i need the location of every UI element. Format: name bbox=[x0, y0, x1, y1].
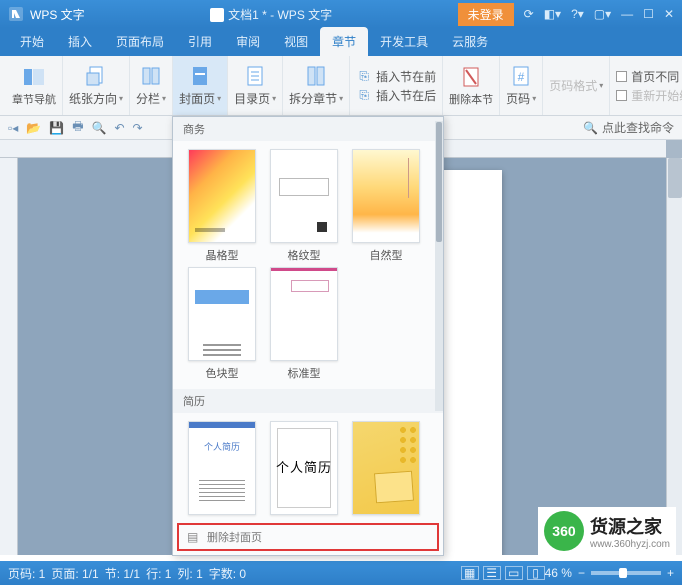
delete-cover-icon: ▤ bbox=[187, 530, 201, 544]
undo-icon[interactable]: ↶ bbox=[114, 121, 124, 135]
cover-template-cv2[interactable]: 个人简历 bbox=[270, 421, 338, 515]
dropdown-section-resume: 简历 bbox=[173, 389, 443, 413]
help-icon[interactable]: ?▾ bbox=[571, 7, 584, 21]
tab-start[interactable]: 开始 bbox=[8, 27, 56, 56]
cover-page-dropdown: 商务 晶格型 格纹型 自然型 色块型 标准型 简历 个人简历 个人简历 ▤ 删除… bbox=[172, 116, 444, 556]
toc-button[interactable]: 目录页▾ bbox=[228, 56, 283, 115]
view-web-icon[interactable]: ▭ bbox=[505, 566, 523, 580]
app-name: WPS 文字 bbox=[30, 6, 85, 23]
view-read-icon[interactable]: ▯ bbox=[527, 566, 545, 580]
redo-icon[interactable]: ↷ bbox=[133, 121, 143, 135]
cover-template-biaozhun[interactable] bbox=[270, 267, 338, 361]
tab-reference[interactable]: 引用 bbox=[176, 27, 224, 56]
checkbox-icon bbox=[616, 71, 627, 82]
orientation-button[interactable]: 纸张方向▾ bbox=[63, 56, 130, 115]
status-line[interactable]: 行: 1 bbox=[146, 565, 171, 582]
view-print-icon[interactable]: ▦ bbox=[461, 566, 479, 580]
maximize-button[interactable]: ☐ bbox=[643, 7, 654, 21]
view-buttons: ▦ ☰ ▭ ▯ bbox=[461, 566, 545, 580]
section-nav-button[interactable]: 章节导航 bbox=[6, 56, 63, 115]
tab-cloud[interactable]: 云服务 bbox=[440, 27, 500, 56]
status-pages[interactable]: 页面: 1/1 bbox=[51, 565, 98, 582]
search-icon: 🔍 bbox=[583, 121, 598, 135]
status-col[interactable]: 列: 1 bbox=[177, 565, 202, 582]
insert-after-button[interactable]: ⎘插入节在后 bbox=[356, 87, 436, 104]
page-format-button[interactable]: 页码格式▾ bbox=[543, 56, 610, 115]
restart-numbering-button[interactable]: 重新开始编号 bbox=[616, 87, 682, 104]
cover-template-jingge[interactable] bbox=[188, 149, 256, 243]
brand-logo: 360 bbox=[544, 511, 584, 551]
status-section[interactable]: 节: 1/1 bbox=[105, 565, 140, 582]
delete-section-icon bbox=[459, 65, 483, 89]
insert-before-button[interactable]: ⎘插入节在前 bbox=[356, 68, 436, 85]
columns-button[interactable]: 分栏▾ bbox=[130, 56, 173, 115]
tab-devtools[interactable]: 开发工具 bbox=[368, 27, 440, 56]
preview-icon[interactable]: 🔍 bbox=[92, 121, 107, 135]
tab-section[interactable]: 章节 bbox=[320, 27, 368, 56]
tab-view[interactable]: 视图 bbox=[272, 27, 320, 56]
insert-before-icon: ⎘ bbox=[356, 68, 372, 84]
app-icon bbox=[8, 6, 24, 22]
pagenum-icon: # bbox=[509, 64, 533, 88]
ribbon: 章节导航 纸张方向▾ 分栏▾ 封面页▾ 目录页▾ 拆分章节▾ ⎘插入节在前 ⎘插… bbox=[0, 56, 682, 116]
sync-icon[interactable]: ⟳ bbox=[524, 7, 534, 21]
status-chars[interactable]: 字数: 0 bbox=[209, 565, 246, 582]
brand-url: www.360hyzj.com bbox=[590, 539, 670, 550]
toc-icon bbox=[243, 64, 267, 88]
login-button[interactable]: 未登录 bbox=[458, 3, 514, 26]
cover-page-button[interactable]: 封面页▾ bbox=[173, 56, 228, 115]
find-command[interactable]: 🔍点此查找命令 bbox=[583, 119, 674, 136]
ruler-vertical[interactable] bbox=[0, 158, 18, 555]
first-page-different-checkbox[interactable]: 首页不同 bbox=[616, 68, 682, 85]
insert-after-icon: ⎘ bbox=[356, 87, 372, 103]
cover-template-cv3[interactable] bbox=[352, 421, 420, 515]
tab-review[interactable]: 审阅 bbox=[224, 27, 272, 56]
cover-template-cv1[interactable]: 个人简历 bbox=[188, 421, 256, 515]
zoom-slider[interactable] bbox=[591, 571, 661, 575]
cover-template-gewen[interactable] bbox=[270, 149, 338, 243]
zoom-out-button[interactable]: − bbox=[578, 566, 585, 580]
split-section-button[interactable]: 拆分章节▾ bbox=[283, 56, 350, 115]
split-icon bbox=[304, 64, 328, 88]
delete-cover-button[interactable]: ▤ 删除封面页 bbox=[177, 523, 439, 551]
open-icon[interactable]: 📂 bbox=[26, 121, 41, 135]
checkbox-icon bbox=[616, 90, 627, 101]
status-page[interactable]: 页码: 1 bbox=[8, 565, 45, 582]
page-number-button[interactable]: # 页码▾ bbox=[500, 56, 543, 115]
dropdown-section-business: 商务 bbox=[173, 117, 443, 141]
print-icon[interactable]: 🖶 bbox=[72, 117, 83, 138]
orientation-icon bbox=[84, 64, 108, 88]
restore-icon[interactable]: ▢▾ bbox=[594, 7, 611, 21]
ribbon-tabs: 开始 插入 页面布局 引用 审阅 视图 章节 开发工具 云服务 bbox=[0, 28, 682, 56]
view-outline-icon[interactable]: ☰ bbox=[483, 566, 501, 580]
window-controls: ⟳ ◧▾ ?▾ ▢▾ — ☐ ✕ bbox=[524, 7, 674, 21]
delete-section-button[interactable]: 删除本节 bbox=[443, 56, 500, 115]
dropdown-scrollbar[interactable] bbox=[435, 121, 443, 411]
columns-icon bbox=[139, 64, 163, 88]
scrollbar-vertical[interactable] bbox=[666, 158, 682, 555]
tab-layout[interactable]: 页面布局 bbox=[104, 27, 176, 56]
nav-icon bbox=[22, 65, 46, 89]
zoom-in-button[interactable]: + bbox=[667, 566, 674, 580]
cover-icon bbox=[188, 64, 212, 88]
dropdown-icon[interactable]: ◧▾ bbox=[544, 7, 561, 21]
close-button[interactable]: ✕ bbox=[664, 7, 674, 21]
document-title: 文档1 * - WPS 文字 bbox=[85, 6, 458, 23]
watermark-brand: 360 货源之家 www.360hyzj.com bbox=[538, 507, 676, 555]
save-icon[interactable]: 💾 bbox=[49, 121, 64, 135]
cover-template-ziran[interactable] bbox=[352, 149, 420, 243]
zoom-level[interactable]: 46 % bbox=[545, 566, 572, 580]
tab-insert[interactable]: 插入 bbox=[56, 27, 104, 56]
cover-template-sekuai[interactable] bbox=[188, 267, 256, 361]
brand-name: 货源之家 bbox=[590, 513, 670, 539]
status-bar: 页码: 1 页面: 1/1 节: 1/1 行: 1 列: 1 字数: 0 ▦ ☰… bbox=[0, 561, 682, 585]
new-icon[interactable]: ▫◂ bbox=[8, 121, 18, 135]
minimize-button[interactable]: — bbox=[621, 7, 633, 21]
svg-text:#: # bbox=[518, 70, 525, 84]
title-bar: WPS 文字 文档1 * - WPS 文字 未登录 ⟳ ◧▾ ?▾ ▢▾ — ☐… bbox=[0, 0, 682, 28]
